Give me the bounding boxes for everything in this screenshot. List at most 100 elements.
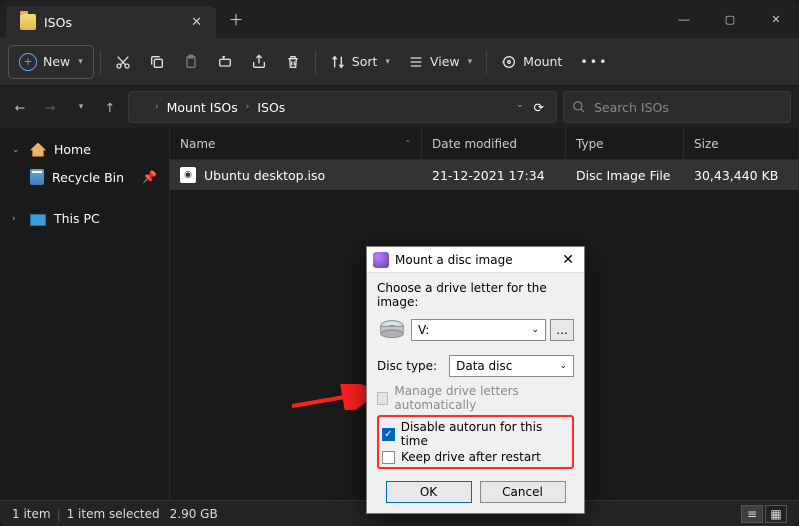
- titlebar: ISOs ✕ ＋ ― ▢ ✕: [0, 0, 799, 38]
- sort-button[interactable]: Sort ▾: [322, 45, 398, 79]
- toolbar: + New ▾ Sort ▾ View ▾ Mount •••: [0, 38, 799, 86]
- search-input[interactable]: Search ISOs: [563, 91, 791, 123]
- refresh-icon[interactable]: ⟳: [534, 100, 544, 115]
- column-headers: Name⌃ Date modified Type Size: [170, 128, 799, 160]
- sidebar-item-label: This PC: [54, 211, 100, 226]
- sidebar-item-label: Recycle Bin: [52, 170, 124, 185]
- icons-view-button[interactable]: ▦: [765, 505, 787, 523]
- disc-type-label: Disc type:: [377, 359, 437, 373]
- column-size[interactable]: Size: [684, 128, 799, 159]
- view-label: View: [430, 54, 460, 69]
- app-icon: [373, 252, 389, 268]
- search-icon: [572, 100, 586, 114]
- tab-isos[interactable]: ISOs ✕: [6, 6, 216, 38]
- mount-disc-dialog: Mount a disc image ✕ Choose a drive lett…: [366, 246, 585, 514]
- status-size: 2.90 GB: [170, 507, 218, 521]
- sidebar-item-home[interactable]: ⌄ Home: [4, 136, 165, 163]
- details-view-button[interactable]: ≡: [741, 505, 763, 523]
- chevron-down-icon: ▾: [78, 57, 83, 67]
- disc-type-select[interactable]: Data disc ⌄: [449, 355, 574, 377]
- file-row[interactable]: ◉ Ubuntu desktop.iso 21-12-2021 17:34 Dis…: [170, 160, 799, 190]
- delete-button[interactable]: [277, 45, 309, 79]
- manage-drives-checkbox: Manage drive letters automatically: [377, 383, 574, 413]
- column-date[interactable]: Date modified: [422, 128, 566, 159]
- dialog-instruction: Choose a drive letter for the image:: [377, 281, 574, 309]
- more-button[interactable]: •••: [572, 45, 616, 79]
- file-size: 30,43,440 KB: [684, 168, 799, 183]
- drive-letter-select[interactable]: V: ⌄: [411, 319, 546, 341]
- chevron-down-icon: ⌄: [531, 325, 539, 335]
- breadcrumb-seg[interactable]: ISOs: [253, 98, 289, 117]
- sidebar: ⌄ Home Recycle Bin 📌 › This PC: [0, 128, 170, 500]
- new-button[interactable]: + New ▾: [8, 45, 94, 79]
- share-button[interactable]: [243, 45, 275, 79]
- recent-button[interactable]: ▾: [68, 95, 92, 119]
- checkbox-label: Manage drive letters automatically: [394, 384, 574, 412]
- sidebar-item-recycle[interactable]: Recycle Bin 📌: [4, 163, 165, 191]
- rename-button[interactable]: [209, 45, 241, 79]
- chevron-right-icon: ›: [12, 214, 22, 224]
- pc-icon: [30, 214, 46, 226]
- tab-title: ISOs: [44, 15, 183, 30]
- annotation-highlight: ✓ Disable autorun for this time Keep dri…: [377, 415, 574, 469]
- file-type: Disc Image File: [566, 168, 684, 183]
- chevron-down-icon: ▾: [385, 57, 390, 67]
- minimize-button[interactable]: ―: [661, 0, 707, 38]
- browse-button[interactable]: ...: [550, 319, 574, 341]
- new-tab-button[interactable]: ＋: [220, 9, 252, 30]
- sort-label: Sort: [352, 54, 378, 69]
- mount-label: Mount: [523, 54, 562, 69]
- column-type[interactable]: Type: [566, 128, 684, 159]
- address-bar[interactable]: › Mount ISOs › ISOs ⌄ ⟳: [128, 91, 557, 123]
- file-name: Ubuntu desktop.iso: [204, 168, 325, 183]
- status-selected: 1 item selected: [67, 507, 160, 521]
- cancel-button[interactable]: Cancel: [480, 481, 566, 503]
- tab-close-icon[interactable]: ✕: [191, 15, 202, 30]
- keep-drive-checkbox[interactable]: Keep drive after restart: [382, 449, 569, 465]
- up-button[interactable]: ↑: [98, 95, 122, 119]
- plus-icon: +: [19, 53, 37, 71]
- ok-button[interactable]: OK: [386, 481, 472, 503]
- file-date: 21-12-2021 17:34: [422, 168, 566, 183]
- copy-button[interactable]: [141, 45, 173, 79]
- folder-icon: [135, 100, 151, 114]
- checkbox-label: Keep drive after restart: [401, 450, 541, 464]
- maximize-button[interactable]: ▢: [707, 0, 753, 38]
- recycle-bin-icon: [30, 169, 44, 185]
- chevron-down-icon[interactable]: ⌄: [516, 100, 524, 115]
- close-icon[interactable]: ✕: [558, 252, 578, 268]
- chevron-right-icon: ›: [246, 102, 250, 112]
- folder-icon: [20, 14, 36, 30]
- checkbox-icon: [382, 451, 395, 464]
- disable-autorun-checkbox[interactable]: ✓ Disable autorun for this time: [382, 419, 569, 449]
- checkbox-label: Disable autorun for this time: [401, 420, 569, 448]
- chevron-right-icon: ›: [155, 102, 159, 112]
- chevron-down-icon: ⌄: [559, 361, 567, 371]
- home-icon: [30, 143, 46, 157]
- navigation-row: ← → ▾ ↑ › Mount ISOs › ISOs ⌄ ⟳ Search I…: [0, 86, 799, 128]
- forward-button[interactable]: →: [38, 95, 62, 119]
- sidebar-item-label: Home: [54, 142, 91, 157]
- chevron-down-icon: ⌄: [12, 145, 22, 155]
- dialog-titlebar[interactable]: Mount a disc image ✕: [367, 247, 584, 273]
- cut-button[interactable]: [107, 45, 139, 79]
- checkbox-icon: [377, 392, 388, 405]
- disc-image-icon: ◉: [180, 167, 196, 183]
- sort-indicator-icon: ⌃: [404, 139, 411, 148]
- sidebar-item-thispc[interactable]: › This PC: [4, 205, 165, 232]
- back-button[interactable]: ←: [8, 95, 32, 119]
- pin-icon[interactable]: 📌: [142, 170, 157, 184]
- chevron-down-icon: ▾: [468, 57, 473, 67]
- search-placeholder: Search ISOs: [594, 100, 669, 115]
- dialog-title: Mount a disc image: [395, 253, 513, 267]
- drive-icon: [377, 315, 407, 345]
- paste-button[interactable]: [175, 45, 207, 79]
- column-name[interactable]: Name⌃: [170, 128, 422, 159]
- checkbox-icon: ✓: [382, 428, 395, 441]
- new-label: New: [43, 54, 70, 69]
- view-button[interactable]: View ▾: [400, 45, 480, 79]
- status-count: 1 item: [12, 507, 51, 521]
- close-window-button[interactable]: ✕: [753, 0, 799, 38]
- mount-button[interactable]: Mount: [493, 45, 570, 79]
- breadcrumb-seg[interactable]: Mount ISOs: [163, 98, 242, 117]
